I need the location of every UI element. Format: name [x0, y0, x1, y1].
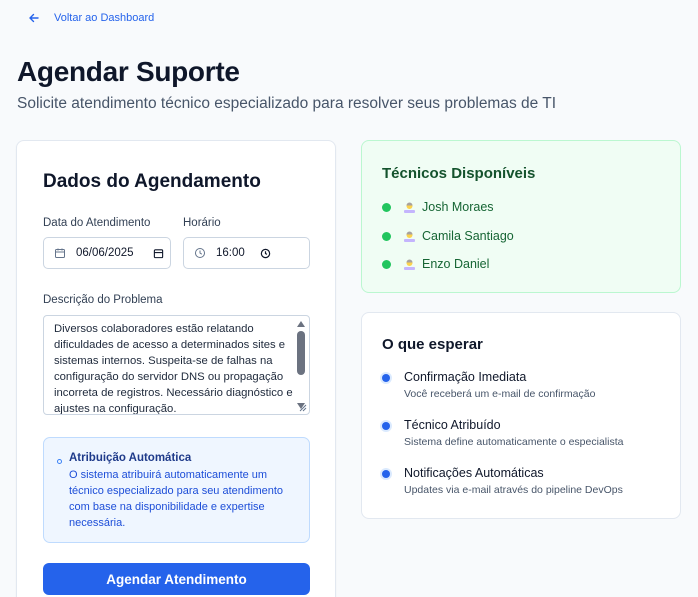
time-input[interactable]: 16:00	[183, 237, 310, 269]
back-link-label: Voltar ao Dashboard	[54, 12, 155, 24]
date-value: 06/06/2025	[76, 247, 134, 259]
info-dot-icon	[57, 459, 62, 464]
what-to-expect-card: O que esperar Confirmação Imediata Você …	[361, 312, 681, 519]
technician-item: Camila Santiago	[382, 229, 514, 243]
time-value: 16:00	[216, 247, 245, 259]
expect-item-title: Confirmação Imediata	[404, 370, 527, 384]
description-textarea[interactable]: Diversos colaboradores estão relatando d…	[43, 315, 310, 415]
expect-item-title: Técnico Atribuído	[404, 418, 501, 432]
technician-name: Enzo Daniel	[422, 257, 490, 271]
technician-avatar-icon	[404, 202, 415, 213]
online-dot-icon	[382, 259, 391, 269]
expect-title: O que esperar	[382, 336, 483, 353]
expect-item-subtitle: Updates via e-mail através do pipeline D…	[404, 484, 623, 496]
resize-handle-icon[interactable]	[298, 403, 307, 412]
technician-item: Josh Moraes	[382, 200, 494, 214]
technicians-title: Técnicos Disponíveis	[382, 165, 536, 182]
calendar-picker-icon[interactable]	[153, 248, 164, 259]
expect-item-subtitle: Você receberá um e-mail de confirmação	[404, 388, 596, 400]
online-dot-icon	[382, 231, 391, 241]
technician-avatar-icon	[404, 231, 415, 242]
technician-name: Josh Moraes	[422, 200, 494, 214]
bullet-dot-icon	[382, 470, 390, 478]
scroll-up-icon[interactable]	[297, 321, 305, 327]
date-label: Data do Atendimento	[43, 217, 151, 229]
back-to-dashboard-link[interactable]: Voltar ao Dashboard	[28, 12, 154, 24]
available-technicians-card: Técnicos Disponíveis Josh Moraes Camila …	[361, 140, 681, 293]
time-label: Horário	[183, 217, 221, 229]
expect-item-subtitle: Sistema define automaticamente o especia…	[404, 436, 624, 448]
description-label: Descrição do Problema	[43, 294, 163, 306]
arrow-left-icon	[29, 13, 39, 23]
textarea-scrollbar[interactable]	[295, 318, 307, 409]
schedule-form-card: Dados do Agendamento Data do Atendimento…	[16, 140, 336, 597]
time-picker-icon[interactable]	[260, 248, 271, 259]
form-title: Dados do Agendamento	[43, 171, 261, 192]
page-title: Agendar Suporte	[17, 56, 240, 87]
expect-item-title: Notificações Automáticas	[404, 466, 544, 480]
technician-item: Enzo Daniel	[382, 257, 489, 271]
date-input[interactable]: 06/06/2025	[43, 237, 171, 269]
auto-assign-info-box: Atribuição Automática O sistema atribuir…	[43, 437, 310, 543]
bullet-dot-icon	[382, 374, 390, 382]
info-title: Atribuição Automática	[69, 452, 192, 464]
online-dot-icon	[382, 202, 391, 212]
page-subtitle: Solicite atendimento técnico especializa…	[17, 95, 557, 112]
info-body: O sistema atribuirá automaticamente um t…	[69, 469, 284, 529]
clock-icon	[195, 248, 205, 258]
description-text: Diversos colaboradores estão relatando d…	[54, 323, 293, 415]
schedule-submit-button[interactable]: Agendar Atendimento	[43, 563, 310, 595]
calendar-icon	[55, 248, 65, 258]
bullet-dot-icon	[382, 422, 390, 430]
technician-name: Camila Santiago	[422, 229, 514, 243]
scroll-thumb[interactable]	[297, 331, 305, 375]
technician-avatar-icon	[404, 259, 415, 270]
